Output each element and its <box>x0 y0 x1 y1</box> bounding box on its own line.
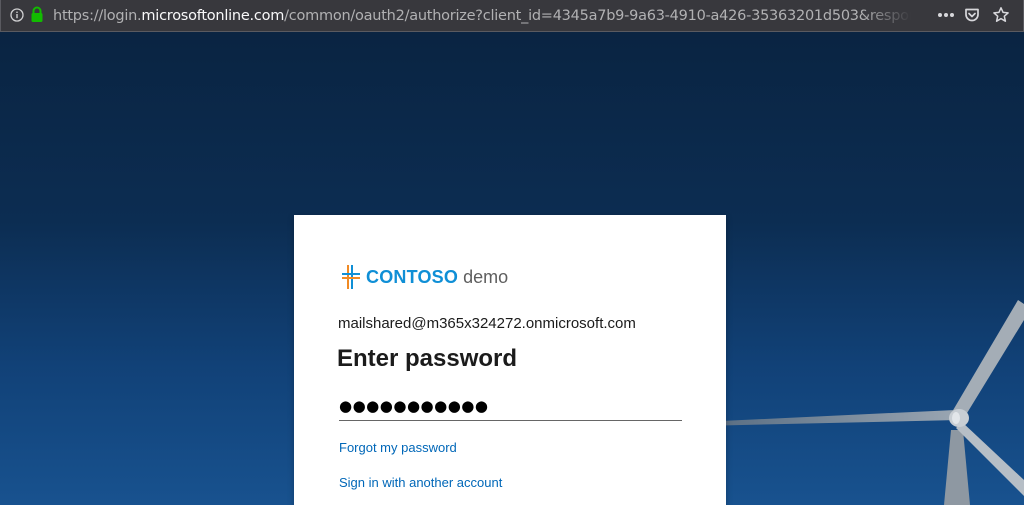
brand-name: CONTOSO <box>366 266 459 287</box>
more-icon[interactable] <box>936 8 956 22</box>
sign-in-card: CONTOSO demo mailshared@m365x324272.onmi… <box>294 215 726 505</box>
info-icon[interactable] <box>10 8 24 22</box>
url-host: microsoftonline.com <box>141 8 285 24</box>
brand-suffix: demo <box>463 266 509 287</box>
company-logo: CONTOSO demo <box>341 263 508 291</box>
wind-turbine-illustration <box>700 300 1024 505</box>
pocket-icon[interactable] <box>964 7 980 23</box>
url-fade <box>861 2 911 30</box>
page: https://login.microsoftonline.com/common… <box>0 0 1024 505</box>
sign-in-another-account-link[interactable]: Sign in with another account <box>339 475 502 490</box>
browser-address-bar[interactable]: https://login.microsoftonline.com/common… <box>0 0 1024 32</box>
lock-icon[interactable] <box>30 6 44 23</box>
url-path: /common/oauth2/authorize?client_id=4345a… <box>284 8 911 24</box>
account-email: mailshared@m365x324272.onmicrosoft.com <box>338 315 636 332</box>
password-input[interactable] <box>339 391 682 421</box>
url-text[interactable]: https://login.microsoftonline.com/common… <box>53 0 911 32</box>
url-prefix: https://login. <box>53 8 142 24</box>
star-icon[interactable] <box>992 6 1010 24</box>
contoso-logo-icon <box>342 265 360 289</box>
forgot-password-link[interactable]: Forgot my password <box>339 440 457 455</box>
page-title: Enter password <box>337 345 518 372</box>
